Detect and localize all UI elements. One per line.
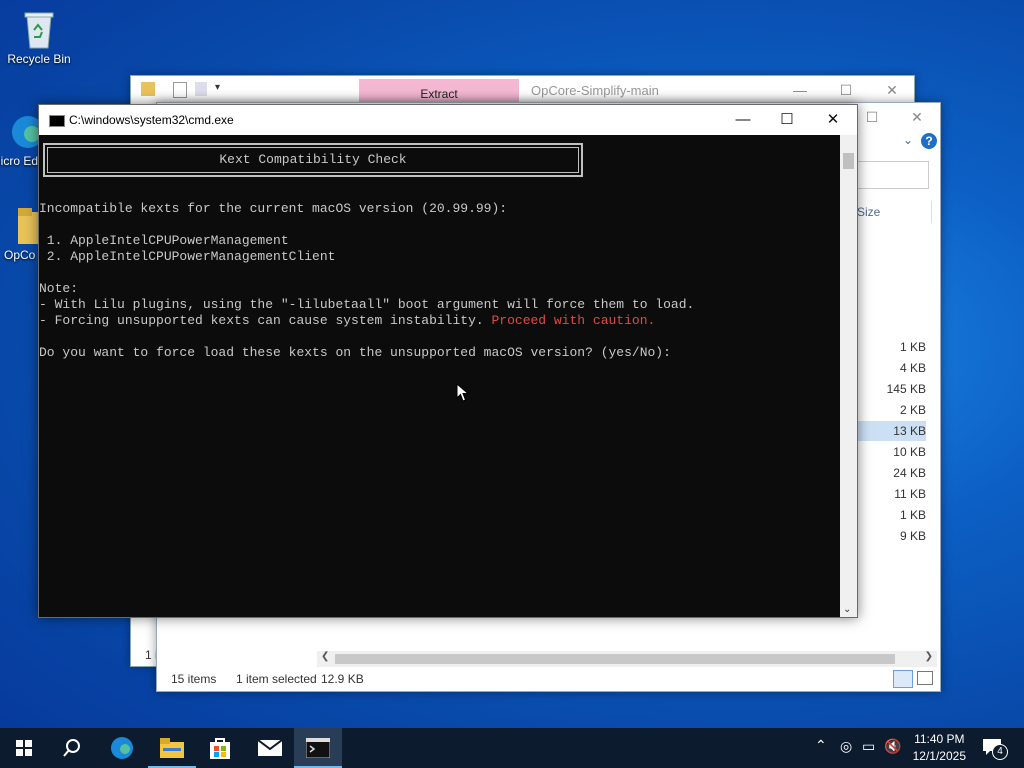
item-count: 15 items xyxy=(171,672,217,686)
recycle-bin-icon xyxy=(19,8,59,49)
meet-now-icon[interactable]: ◎ xyxy=(840,738,852,755)
column-header-size[interactable]: Size xyxy=(857,205,880,219)
scroll-left-icon[interactable]: ❮ xyxy=(321,651,329,662)
file-size[interactable]: 145 KB xyxy=(852,379,926,399)
store-icon xyxy=(210,738,230,759)
desktop-icon-label: OpCo xyxy=(4,248,36,262)
start-button[interactable] xyxy=(0,728,48,768)
desktop-icon-label: Micro Ed xyxy=(0,154,38,168)
search-box[interactable] xyxy=(857,161,929,189)
cmd-icon xyxy=(306,738,330,758)
chevron-up-icon[interactable]: ⌃ xyxy=(815,737,827,754)
clock[interactable]: 11:40 PM 12/1/2025 xyxy=(913,731,966,765)
vertical-scrollbar[interactable]: ⌄ xyxy=(840,135,857,617)
edge-icon xyxy=(111,737,133,759)
properties-icon[interactable] xyxy=(173,82,187,98)
close-button[interactable]: ✕ xyxy=(877,80,907,100)
quick-access-folder-icon[interactable] xyxy=(141,82,155,96)
selection-size: 12.9 KB xyxy=(321,672,364,686)
desktop-icon-label: Recycle Bin xyxy=(7,52,71,66)
clock-date: 12/1/2025 xyxy=(912,749,966,763)
prompt-line: Do you want to force load these kexts on… xyxy=(39,345,671,360)
minimize-button[interactable]: — xyxy=(723,109,763,131)
clock-time: 11:40 PM xyxy=(914,732,965,746)
new-folder-icon[interactable] xyxy=(195,82,207,96)
start-icon xyxy=(16,740,32,756)
file-size[interactable]: 4 KB xyxy=(852,358,926,378)
network-icon[interactable]: ▭ xyxy=(862,738,875,755)
file-size[interactable]: 24 KB xyxy=(852,463,926,483)
mail-icon xyxy=(258,740,282,756)
large-icons-view-icon[interactable] xyxy=(917,671,933,685)
customize-toolbar-icon[interactable]: ▾ xyxy=(215,82,220,93)
note-line: - With Lilu plugins, using the "-lilubet… xyxy=(39,297,695,312)
file-size[interactable]: 10 KB xyxy=(852,442,926,462)
column-divider[interactable] xyxy=(931,201,932,223)
file-size[interactable]: 1 KB xyxy=(852,505,926,525)
maximize-button[interactable]: ☐ xyxy=(857,107,887,127)
caution-text: Proceed with caution. xyxy=(491,313,656,328)
note-line: - Forcing unsupported kexts can cause sy… xyxy=(39,313,655,329)
notification-count-badge: 4 xyxy=(992,744,1008,760)
scrollbar-thumb[interactable] xyxy=(335,654,895,664)
notifications-button[interactable]: 4 xyxy=(980,736,1010,760)
status-bar: 15 items 1 item selected 12.9 KB xyxy=(157,667,940,691)
cmd-titlebar[interactable]: C:\windows\system32\cmd.exe — ☐ ✕ xyxy=(39,105,857,135)
search-button[interactable] xyxy=(48,728,96,768)
note-text: - Forcing unsupported kexts can cause sy… xyxy=(39,313,492,328)
file-size[interactable]: 11 KB xyxy=(852,484,926,504)
mouse-cursor-icon xyxy=(456,383,470,402)
selection-count: 1 item selected xyxy=(236,672,317,686)
close-button[interactable]: ✕ xyxy=(902,107,932,127)
scroll-right-icon[interactable]: ❯ xyxy=(925,651,933,662)
cmd-icon xyxy=(49,115,65,127)
file-explorer-icon xyxy=(160,738,184,758)
desktop-icon-opcore[interactable]: OpCo xyxy=(0,206,42,262)
cmd-window[interactable]: C:\windows\system32\cmd.exe — ☐ ✕ Kext C… xyxy=(38,104,858,618)
taskbar-file-explorer[interactable] xyxy=(148,728,196,768)
close-button[interactable]: ✕ xyxy=(813,109,853,131)
taskbar-store[interactable] xyxy=(196,728,244,768)
taskbar-cmd[interactable] xyxy=(294,728,342,768)
cmd-window-title: C:\windows\system32\cmd.exe xyxy=(69,113,234,127)
horizontal-scrollbar[interactable]: ❮ ❯ xyxy=(317,651,937,667)
scrollbar-thumb[interactable] xyxy=(843,153,854,169)
kext-item: 1. AppleIntelCPUPowerManagement xyxy=(39,233,289,248)
back-window-titlebar[interactable]: ▾ Extract OpCore-Simplify-main — ☐ ✕ xyxy=(131,76,914,104)
minimize-button[interactable]: — xyxy=(785,80,815,100)
banner-box: Kext Compatibility Check xyxy=(43,143,583,177)
desktop-icon-recycle-bin[interactable]: Recycle Bin xyxy=(4,8,74,66)
scroll-down-icon[interactable]: ⌄ xyxy=(843,604,851,615)
expand-ribbon-icon[interactable]: ⌄ xyxy=(903,133,913,147)
help-icon[interactable]: ? xyxy=(921,133,937,149)
file-size[interactable]: 9 KB xyxy=(852,526,926,546)
file-size-selected[interactable]: 13 KB xyxy=(857,421,926,441)
taskbar: ⌃ ◎ ▭ 🔇 11:40 PM 12/1/2025 4 xyxy=(0,728,1024,768)
search-icon xyxy=(63,739,80,757)
note-heading: Note: xyxy=(39,281,79,296)
file-size[interactable]: 1 KB xyxy=(852,337,926,357)
taskbar-edge[interactable] xyxy=(98,728,146,768)
kext-item: 2. AppleIntelCPUPowerManagementClient xyxy=(39,249,336,264)
taskbar-mail[interactable] xyxy=(246,728,294,768)
maximize-button[interactable]: ☐ xyxy=(767,109,807,131)
console-output[interactable]: Kext Compatibility Check Incompatible ke… xyxy=(39,135,839,617)
file-size[interactable]: 2 KB xyxy=(852,400,926,420)
maximize-button[interactable]: ☐ xyxy=(831,80,861,100)
incompatible-heading: Incompatible kexts for the current macOS… xyxy=(39,201,508,216)
back-window-title: OpCore-Simplify-main xyxy=(531,83,659,98)
banner-title: Kext Compatibility Check xyxy=(47,147,579,173)
extract-tab[interactable]: Extract xyxy=(359,79,519,103)
details-view-icon[interactable] xyxy=(893,670,913,688)
volume-muted-icon[interactable]: 🔇 xyxy=(884,738,901,755)
